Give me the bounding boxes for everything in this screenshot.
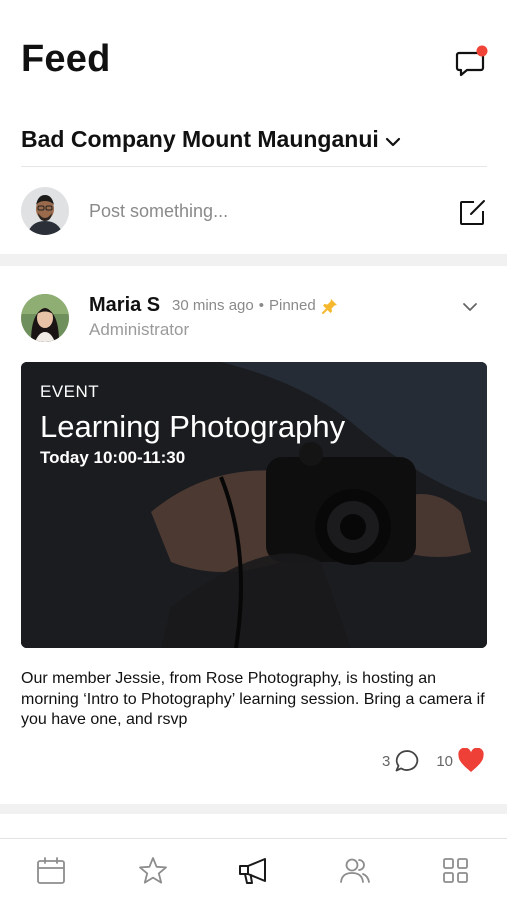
tab-feed[interactable]: [237, 855, 271, 887]
event-title: Learning Photography: [40, 409, 346, 444]
heart-icon[interactable]: [457, 748, 485, 774]
header: Feed: [0, 0, 507, 120]
author-avatar[interactable]: [21, 294, 69, 342]
megaphone-icon: [239, 858, 266, 884]
tab-members[interactable]: [338, 855, 372, 887]
comment-count: 3: [381, 752, 391, 770]
author-role: Administrator: [89, 320, 190, 339]
chevron-down-icon: [385, 137, 400, 146]
pin-icon: [321, 298, 337, 314]
post-meta: 30 mins ago • Pinned: [172, 297, 338, 314]
author-name[interactable]: Maria S: [89, 294, 160, 317]
event-photo: [21, 362, 487, 648]
messages-button[interactable]: [455, 44, 491, 78]
compose-icon: [460, 200, 485, 225]
post-options-button[interactable]: [461, 300, 479, 314]
post-time: 30 mins ago: [172, 297, 254, 314]
section-separator: [0, 804, 507, 814]
tab-more[interactable]: [439, 855, 473, 887]
event-card[interactable]: EVENT Learning Photography Today 10:00-1…: [21, 362, 487, 648]
grid-icon: [443, 858, 468, 883]
like-count: 10: [436, 752, 453, 770]
post-composer[interactable]: Post something...: [0, 168, 507, 254]
group-name: Bad Company Mount Maunganui: [21, 126, 379, 152]
post-reactions: 3 10: [382, 748, 485, 774]
comment-icon[interactable]: [394, 749, 420, 773]
group-selector[interactable]: Bad Company Mount Maunganui: [21, 126, 401, 153]
meta-separator: •: [258, 297, 264, 314]
feed-post: Maria S 30 mins ago • Pinned Administrat…: [0, 266, 507, 804]
event-time: Today 10:00-11:30: [40, 448, 186, 467]
divider: [21, 166, 487, 167]
tab-calendar[interactable]: [34, 855, 68, 887]
tab-favorites[interactable]: [136, 855, 170, 887]
star-icon: [139, 857, 167, 884]
pinned-label: Pinned: [268, 297, 316, 314]
event-label: EVENT: [40, 382, 100, 401]
people-icon: [340, 858, 370, 883]
chat-bubble-icon: [455, 45, 488, 77]
page-title: Feed: [21, 38, 111, 80]
current-user-avatar: [21, 187, 69, 235]
chevron-down-icon: [463, 303, 477, 311]
compose-button[interactable]: [458, 198, 488, 226]
calendar-icon: [37, 857, 65, 884]
notification-dot: [476, 45, 488, 57]
bottom-tab-bar: [0, 838, 507, 900]
post-body: Our member Jessie, from Rose Photography…: [21, 670, 485, 728]
composer-placeholder[interactable]: Post something...: [89, 201, 228, 222]
section-separator: [0, 254, 507, 266]
